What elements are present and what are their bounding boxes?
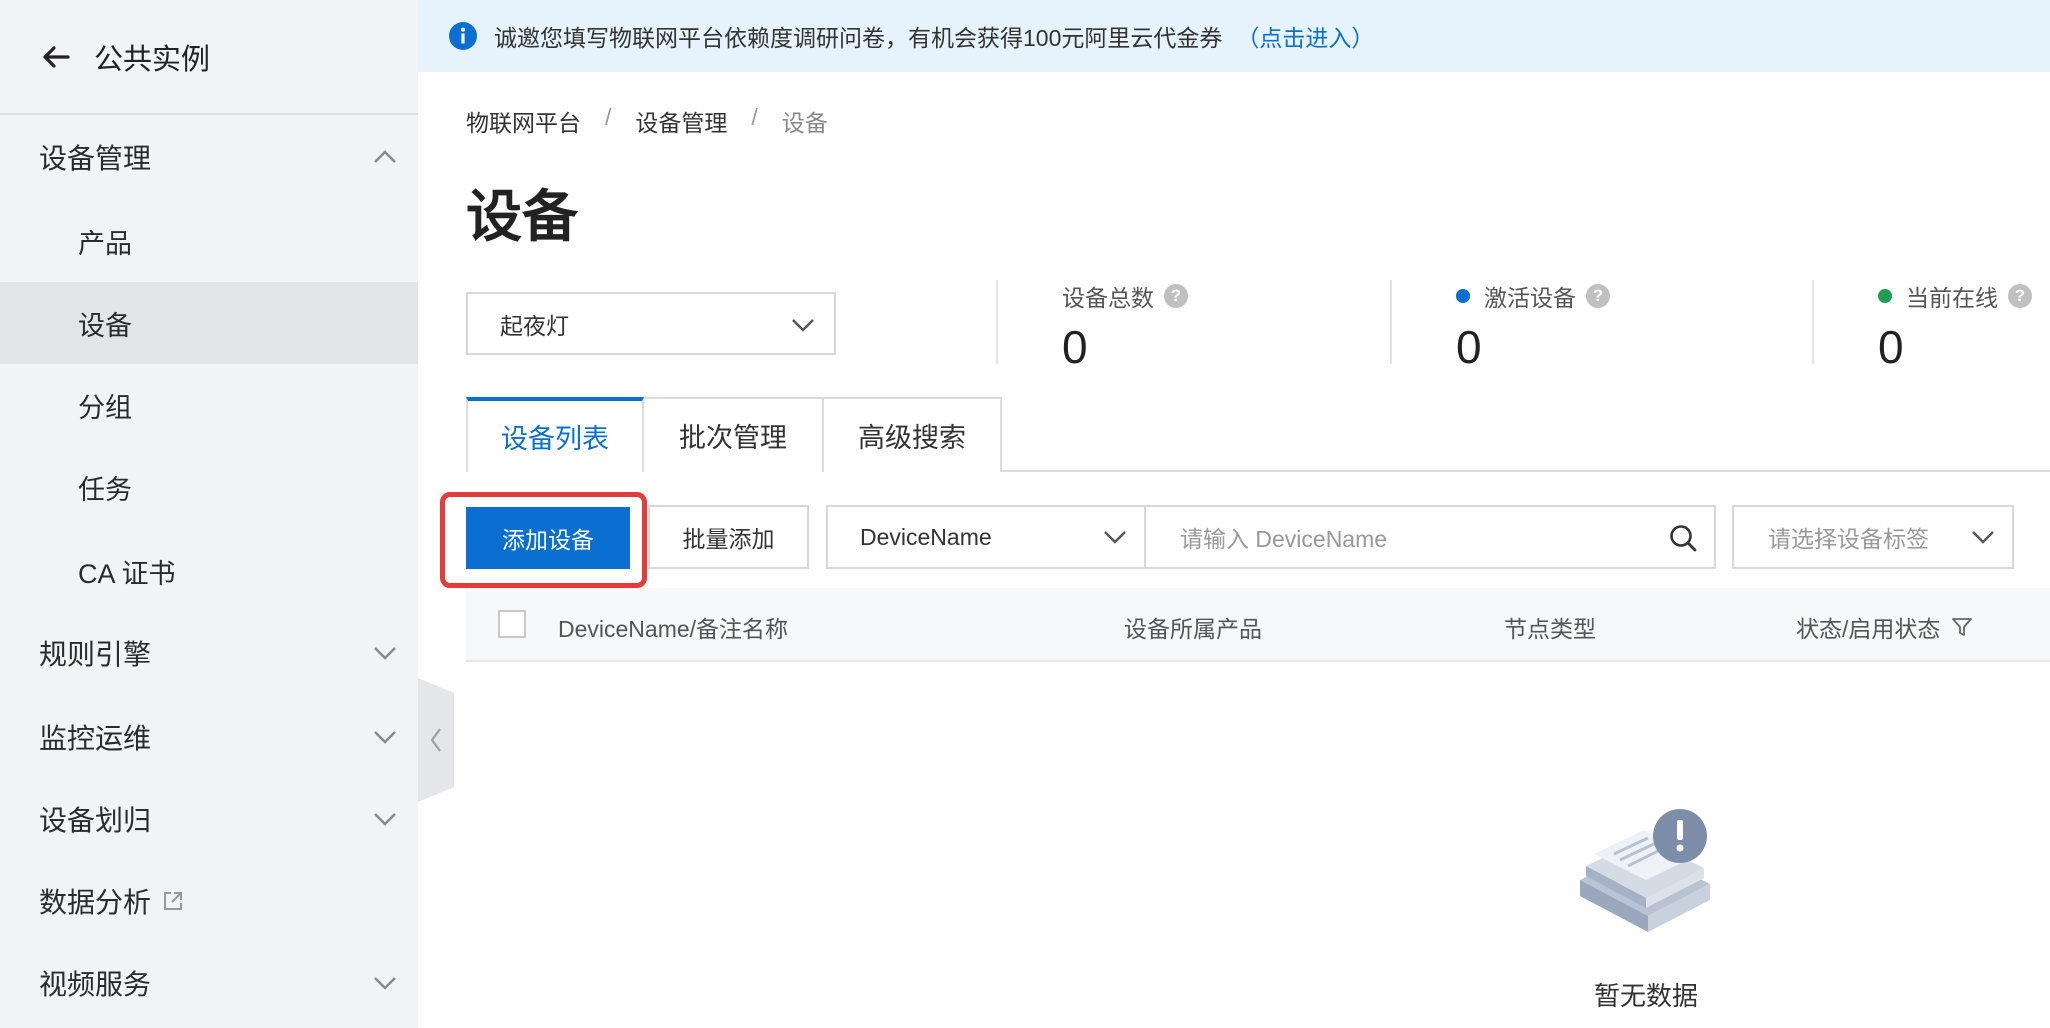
table-header: DeviceName/备注名称 设备所属产品 节点类型 状态/启用状态 (466, 588, 2050, 662)
search-field-value: DeviceName (860, 523, 992, 550)
menu-group-label: 视频服务 (39, 969, 152, 1000)
stat-label: 激活设备 (1484, 285, 1576, 311)
stat-label: 当前在线 (1906, 285, 1998, 311)
sidebar-item-label: 分组 (78, 392, 132, 423)
sidebar-item-label: CA 证书 (78, 558, 176, 589)
chevron-down-icon (374, 647, 396, 660)
stat-activated-devices: 激活设备 ? 0 (1456, 280, 1610, 374)
filter-icon[interactable] (1950, 615, 1974, 639)
sidebar-item-devices[interactable]: 设备 (0, 282, 418, 364)
sidebar-collapse-handle[interactable] (418, 678, 454, 802)
divider (1390, 280, 1392, 364)
menu-group-rule-engine[interactable]: 规则引擎 (0, 612, 418, 694)
breadcrumb-item[interactable]: 设备管理 (635, 104, 727, 138)
column-header-node-type: 节点类型 (1504, 616, 1596, 642)
product-select-value: 起夜灯 (500, 312, 569, 339)
menu-group-label: 监控运维 (39, 723, 152, 754)
menu-group-monitoring[interactable]: 监控运维 (0, 696, 418, 778)
instance-title: 公共实例 (94, 43, 211, 76)
notice-link[interactable]: （点击进入） (1236, 19, 1374, 53)
menu-group-device-management[interactable]: 设备管理 (0, 116, 418, 198)
empty-state-text: 暂无数据 (1594, 981, 1699, 1011)
stat-value: 0 (1456, 321, 1482, 373)
sidebar: 公共实例 设备管理 产品 设备 分组 任务 CA 证书 规则引擎 监控运维 设备… (0, 0, 418, 1028)
menu-group-video-service[interactable]: 视频服务 (0, 942, 418, 1024)
chevron-down-icon (1104, 531, 1126, 544)
column-header-product: 设备所属产品 (1124, 616, 1262, 642)
notice-text: 诚邀您填写物联网平台依赖度调研问卷，有机会获得100元阿里云代金券 (494, 25, 1223, 51)
help-icon[interactable]: ? (2008, 284, 2032, 308)
menu-group-data-analysis[interactable]: 数据分析 (0, 860, 418, 942)
notice-bar: 诚邀您填写物联网平台依赖度调研问卷，有机会获得100元阿里云代金券 （点击进入） (418, 0, 2050, 72)
chevron-down-icon (374, 977, 396, 990)
tab-advanced-search[interactable]: 高级搜索 (822, 397, 1002, 472)
chevron-down-icon (374, 731, 396, 744)
menu-group-device-distribution[interactable]: 设备划归 (0, 778, 418, 860)
search-input[interactable]: 请输入 DeviceName (1144, 505, 1716, 569)
stat-value: 0 (1878, 321, 1904, 373)
sidebar-item-label: 产品 (78, 228, 132, 259)
sidebar-item-label: 设备 (78, 310, 132, 341)
sidebar-item-products[interactable]: 产品 (0, 200, 418, 282)
device-tag-select[interactable]: 请选择设备标签 (1732, 505, 2014, 569)
tab-label: 设备列表 (501, 424, 609, 454)
page-title: 设备 (466, 185, 578, 248)
stat-label: 设备总数 (1062, 285, 1154, 311)
search-placeholder: 请输入 DeviceName (1180, 526, 1388, 552)
sidebar-item-ca-certificate[interactable]: CA 证书 (0, 530, 418, 612)
tab-batch-management[interactable]: 批次管理 (642, 397, 824, 472)
divider (996, 280, 998, 364)
tag-placeholder: 请选择设备标签 (1768, 526, 1929, 552)
stat-online-devices: 当前在线 ? 0 (1878, 280, 2032, 374)
search-field-select[interactable]: DeviceName (826, 505, 1146, 569)
add-device-button[interactable]: 添加设备 (466, 507, 630, 569)
menu-group-label: 规则引擎 (39, 639, 152, 670)
sidebar-header: 公共实例 (0, 0, 418, 115)
chevron-left-icon (430, 728, 441, 752)
breadcrumb-item[interactable]: 物联网平台 (466, 104, 581, 138)
column-header-device-name: DeviceName/备注名称 (558, 616, 789, 642)
menu-group-label: 数据分析 (39, 887, 152, 918)
external-link-icon (164, 892, 183, 910)
help-icon[interactable]: ? (1586, 284, 1610, 308)
menu-group-label: 设备划归 (39, 805, 152, 836)
product-select[interactable]: 起夜灯 (466, 292, 836, 355)
chevron-down-icon (1972, 531, 1994, 544)
breadcrumb-current: 设备 (781, 110, 828, 136)
stat-value: 0 (1062, 321, 1088, 373)
chevron-down-icon (374, 813, 396, 826)
chevron-up-icon (374, 150, 396, 163)
breadcrumb: 物联网平台 / 设备管理 / 设备 (466, 104, 828, 138)
stat-total-devices: 设备总数 ? 0 (1062, 280, 1188, 374)
status-dot-icon (1456, 289, 1470, 303)
back-arrow-icon[interactable] (40, 41, 72, 73)
divider (1812, 280, 1814, 364)
tab-device-list[interactable]: 设备列表 (466, 397, 644, 472)
help-icon[interactable]: ? (1164, 284, 1188, 308)
search-icon[interactable] (1668, 523, 1698, 553)
sidebar-item-tasks[interactable]: 任务 (0, 446, 418, 528)
chevron-down-icon (792, 319, 814, 332)
select-all-checkbox[interactable] (498, 610, 526, 638)
batch-add-button[interactable]: 批量添加 (648, 505, 809, 569)
sidebar-item-groups[interactable]: 分组 (0, 364, 418, 446)
status-dot-icon (1878, 289, 1892, 303)
column-header-status: 状态/启用状态 (1796, 610, 1974, 644)
empty-data-illustration-icon (1580, 809, 1710, 932)
tab-label: 批次管理 (679, 423, 787, 453)
sidebar-item-label: 任务 (78, 474, 132, 505)
info-icon (449, 22, 477, 50)
menu-group-label: 设备管理 (39, 143, 152, 174)
tab-label: 高级搜索 (858, 423, 966, 453)
